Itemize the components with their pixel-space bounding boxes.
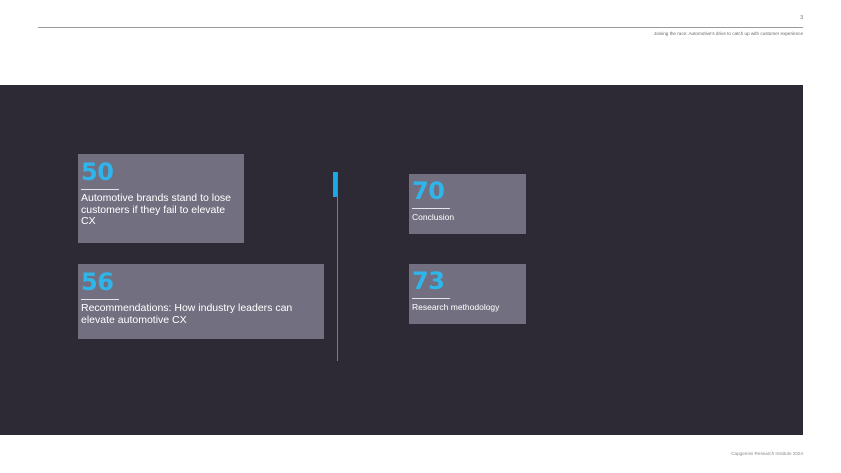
toc-page-number: 73 [412, 267, 445, 295]
header-rule [38, 27, 803, 28]
toc-page-number: 70 [412, 177, 445, 205]
toc-entry-label: Recommendations: How industry leaders ca… [81, 302, 293, 326]
footer-copyright: Capgemini Research Institute 2024 [731, 451, 803, 456]
toc-entry-rule [412, 208, 450, 209]
page-number: 3 [800, 15, 803, 21]
toc-entry-rule [81, 189, 119, 190]
toc-entry-conclusion[interactable]: 70 Conclusion [409, 174, 526, 234]
toc-entry-recommendations[interactable]: 56 Recommendations: How industry leaders… [78, 264, 324, 339]
toc-entry-rule [412, 298, 450, 299]
toc-entry-label: Research methodology [412, 302, 500, 312]
toc-entry-rule [81, 299, 119, 300]
divider-accent-bar [333, 172, 337, 197]
running-header-title: Joining the race: Automotive's drive to … [653, 31, 803, 36]
report-page: 3 Joining the race: Automotive's drive t… [0, 0, 841, 473]
toc-entry-label: Automotive brands stand to lose customer… [81, 192, 232, 227]
contents-panel [0, 85, 803, 435]
toc-entry-automotive-brands[interactable]: 50 Automotive brands stand to lose custo… [78, 154, 244, 243]
toc-page-number: 50 [81, 158, 114, 186]
toc-entry-research-methodology[interactable]: 73 Research methodology [409, 264, 526, 324]
toc-entry-label: Conclusion [412, 212, 455, 222]
vertical-divider [337, 172, 338, 361]
toc-page-number: 56 [81, 268, 114, 296]
